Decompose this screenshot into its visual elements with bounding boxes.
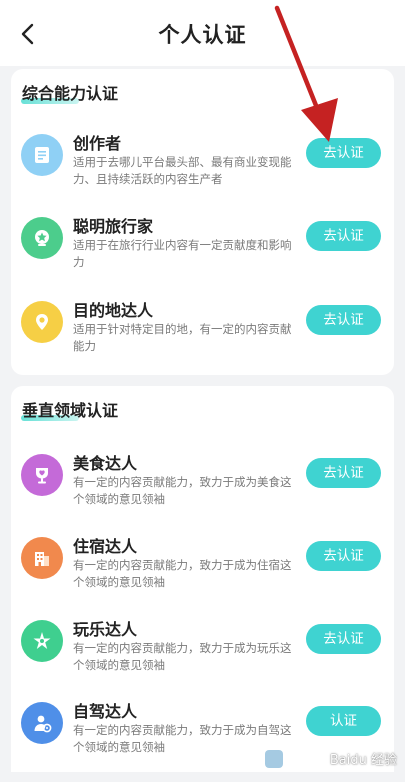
medal-icon: [21, 217, 63, 259]
item-title: 聪明旅行家: [73, 217, 154, 236]
top-bar: 个人认证: [0, 0, 405, 66]
section-card-vertical: 垂直领域认证 美食达人 有一定的内容贡献能力，致力于成为美食这个领域的意见领袖 …: [11, 386, 394, 772]
list-item-roadtrip-expert: 自驾达人 有一定的内容贡献能力，致力于成为自驾这个领域的意见领袖 认证: [11, 702, 394, 782]
list-item-creator: 创作者 适用于去哪儿平台最头部、最有商业变现能力、且持续活跃的内容生产者 去认证: [11, 134, 394, 214]
section-title: 综合能力认证: [22, 84, 119, 103]
item-description: 有一定的内容贡献能力，致力于成为玩乐这个领域的意见领袖: [73, 641, 292, 672]
certify-button[interactable]: 认证: [306, 706, 381, 736]
food-trophy-icon: [21, 454, 63, 496]
item-description: 有一定的内容贡献能力，致力于成为自驾这个领域的意见领袖: [73, 723, 292, 754]
certify-button[interactable]: 去认证: [306, 624, 381, 654]
item-title: 创作者: [73, 134, 122, 153]
certify-button[interactable]: 去认证: [306, 221, 381, 251]
item-title: 玩乐达人: [73, 620, 138, 639]
item-title: 目的地达人: [73, 301, 154, 320]
list-item-destination-expert: 目的地达人 适用于针对特定目的地，有一定的内容贡献能力 去认证: [11, 301, 394, 381]
watermark-logo-icon: [265, 750, 283, 768]
document-icon: [21, 134, 63, 176]
section-card-general: 综合能力认证 创作者 适用于去哪儿平台最头部、最有商业变现能力、且持续活跃的内容…: [11, 69, 394, 375]
item-description: 适用于针对特定目的地，有一定的内容贡献能力: [73, 322, 292, 353]
sparkle-icon: [21, 620, 63, 662]
item-description: 适用于在旅行行业内容有一定贡献度和影响力: [73, 238, 292, 269]
building-icon: [21, 537, 63, 579]
list-item-lodging-expert: 住宿达人 有一定的内容贡献能力，致力于成为住宿这个领域的意见领袖 去认证: [11, 537, 394, 617]
item-description: 有一定的内容贡献能力，致力于成为住宿这个领域的意见领袖: [73, 558, 292, 589]
watermark: Baidu 经验: [329, 753, 397, 768]
list-item-smart-traveler: 聪明旅行家 适用于在旅行行业内容有一定贡献度和影响力 去认证: [11, 217, 394, 297]
page-title: 个人认证: [158, 23, 247, 47]
list-item-entertainment-expert: 玩乐达人 有一定的内容贡献能力，致力于成为玩乐这个领域的意见领袖 去认证: [11, 620, 394, 700]
certify-button[interactable]: 去认证: [306, 541, 381, 571]
item-description: 有一定的内容贡献能力，致力于成为美食这个领域的意见领袖: [73, 475, 292, 506]
certify-button[interactable]: 去认证: [306, 138, 381, 168]
list-item-food-expert: 美食达人 有一定的内容贡献能力，致力于成为美食这个领域的意见领袖 去认证: [11, 454, 394, 534]
section-title: 垂直领域认证: [22, 401, 119, 420]
certify-button[interactable]: 去认证: [306, 305, 381, 335]
item-title: 美食达人: [73, 454, 138, 473]
item-description: 适用于去哪儿平台最头部、最有商业变现能力、且持续活跃的内容生产者: [73, 155, 292, 186]
driver-icon: [21, 702, 63, 744]
item-title: 住宿达人: [73, 537, 138, 556]
certify-button[interactable]: 去认证: [306, 458, 381, 488]
location-pin-icon: [21, 301, 63, 343]
item-title: 自驾达人: [73, 702, 138, 721]
